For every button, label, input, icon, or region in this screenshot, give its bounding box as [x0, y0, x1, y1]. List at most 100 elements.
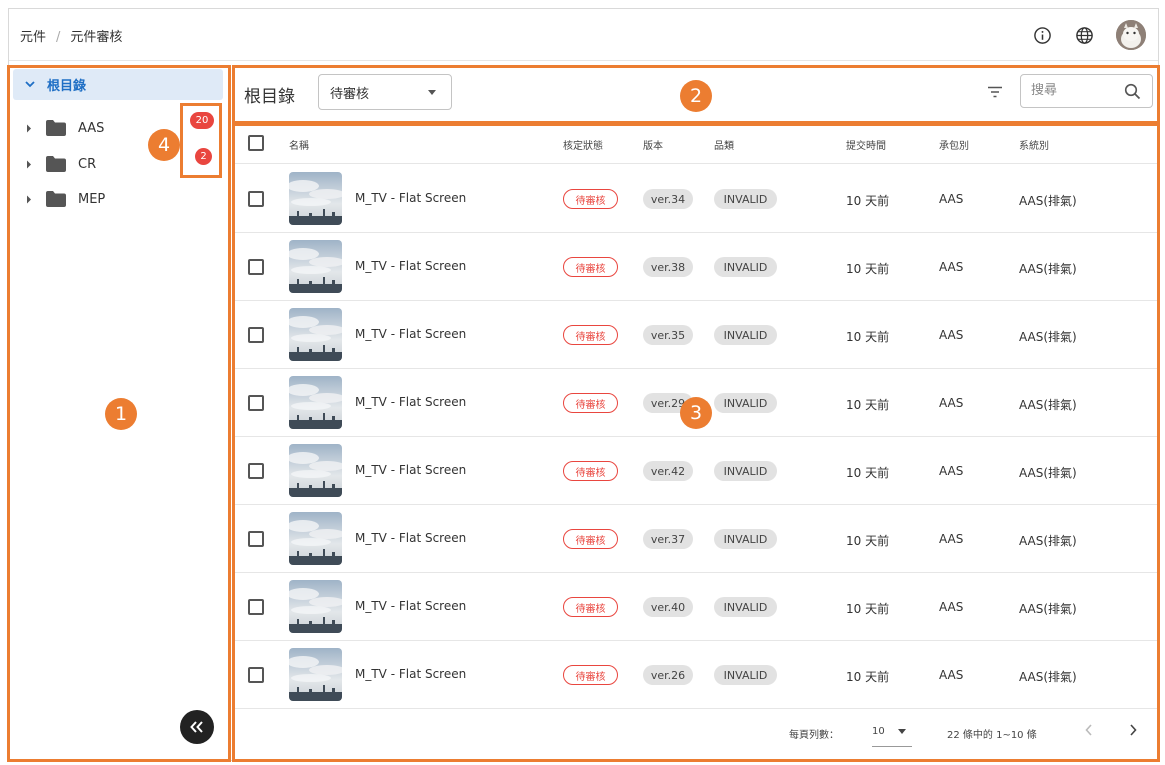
submitted-time: 10 天前 [846, 194, 890, 208]
system-type: AAS(排氣) [1019, 194, 1077, 208]
component-thumbnail[interactable] [289, 512, 342, 565]
tree-item-mep[interactable]: MEP [25, 187, 105, 211]
search-icon[interactable] [1124, 83, 1141, 100]
rows-per-page-value: 10 [872, 726, 885, 737]
version-chip: ver.26 [643, 665, 693, 685]
contractor: AAS [939, 600, 964, 614]
tree-root[interactable]: 根目錄 [13, 69, 223, 100]
tree-item-aas[interactable]: AAS [25, 116, 104, 140]
component-name[interactable]: M_TV - Flat Screen [355, 191, 466, 205]
quality-chip: INVALID [714, 257, 777, 277]
row-checkbox[interactable] [248, 395, 264, 411]
double-chevron-left-icon [190, 721, 203, 733]
prev-page-button[interactable] [1084, 723, 1094, 740]
system-type: AAS(排氣) [1019, 670, 1077, 684]
toolbar-title: 根目錄 [244, 87, 295, 107]
select-all-checkbox[interactable] [248, 135, 264, 151]
table-row[interactable]: M_TV - Flat Screen 待審核 ver.37 INVALID 10 天前 A… [232, 505, 1160, 573]
table-row[interactable]: M_TV - Flat Screen 待審核 ver.34 INVALID 10 天前 A… [232, 165, 1160, 233]
version-chip: ver.38 [643, 257, 693, 277]
folder-icon [46, 191, 66, 207]
quality-chip: INVALID [714, 393, 777, 413]
row-checkbox[interactable] [248, 259, 264, 275]
component-name[interactable]: M_TV - Flat Screen [355, 463, 466, 477]
breadcrumb-root[interactable]: 元件 [20, 30, 46, 45]
tree-root-label: 根目錄 [47, 79, 87, 94]
top-bar: 元件 / 元件審核 [9, 9, 1158, 61]
system-type: AAS(排氣) [1019, 602, 1077, 616]
chevron-right-icon [1130, 724, 1137, 736]
tree-item-label: AAS [78, 120, 105, 136]
component-thumbnail[interactable] [289, 172, 342, 225]
search-box [1020, 74, 1153, 108]
col-quality[interactable]: 品類 [714, 137, 734, 152]
rows-per-page-select[interactable]: 10 [872, 719, 912, 747]
status-filter-value: 待審核 [330, 86, 370, 102]
row-checkbox[interactable] [248, 191, 264, 207]
avatar[interactable] [1116, 20, 1146, 50]
table-header: 名稱 核定狀態 版本 品類 提交時間 承包別 系統別 [232, 124, 1160, 164]
status-chip: 待審核 [563, 189, 618, 209]
submitted-time: 10 天前 [846, 330, 890, 344]
status-chip: 待審核 [563, 393, 618, 413]
row-checkbox[interactable] [248, 531, 264, 547]
search-input[interactable] [1031, 83, 1121, 98]
tree-item-label: CR [78, 156, 97, 172]
row-checkbox[interactable] [248, 463, 264, 479]
table-row[interactable]: M_TV - Flat Screen 待審核 ver.38 INVALID 10 天前 A… [232, 233, 1160, 301]
collapse-sidebar-button[interactable] [180, 710, 214, 744]
status-chip: 待審核 [563, 529, 618, 549]
globe-icon[interactable] [1074, 25, 1094, 45]
component-thumbnail[interactable] [289, 648, 342, 701]
annotation-marker-3: 3 [680, 397, 712, 429]
folder-icon [46, 120, 66, 136]
component-thumbnail[interactable] [289, 308, 342, 361]
breadcrumb-separator: / [56, 30, 61, 45]
next-page-button[interactable] [1128, 723, 1138, 740]
pagination: 每頁列數： 10 22 條中的 1~10 條 [232, 709, 1160, 759]
status-chip: 待審核 [563, 665, 618, 685]
quality-chip: INVALID [714, 325, 777, 345]
row-checkbox[interactable] [248, 327, 264, 343]
component-name[interactable]: M_TV - Flat Screen [355, 531, 466, 545]
annotation-marker-1: 1 [105, 398, 137, 430]
tree-item-cr[interactable]: CR [25, 152, 96, 176]
page-range-text: 22 條中的 1~10 條 [947, 730, 1037, 741]
system-type: AAS(排氣) [1019, 330, 1077, 344]
status-filter-select[interactable]: 待審核 [318, 74, 452, 110]
component-name[interactable]: M_TV - Flat Screen [355, 395, 466, 409]
component-name[interactable]: M_TV - Flat Screen [355, 327, 466, 341]
col-name[interactable]: 名稱 [289, 137, 309, 152]
component-name[interactable]: M_TV - Flat Screen [355, 667, 466, 681]
col-version[interactable]: 版本 [643, 137, 663, 152]
table-row[interactable]: M_TV - Flat Screen 待審核 ver.40 INVALID 10 天前 A… [232, 573, 1160, 641]
row-checkbox[interactable] [248, 667, 264, 683]
info-icon[interactable] [1032, 25, 1052, 45]
component-name[interactable]: M_TV - Flat Screen [355, 259, 466, 273]
component-thumbnail[interactable] [289, 240, 342, 293]
col-status[interactable]: 核定狀態 [563, 137, 603, 152]
component-thumbnail[interactable] [289, 376, 342, 429]
col-contractor[interactable]: 承包別 [939, 137, 969, 152]
status-chip: 待審核 [563, 325, 618, 345]
table-row[interactable]: M_TV - Flat Screen 待審核 ver.42 INVALID 10 天前 A… [232, 437, 1160, 505]
contractor: AAS [939, 328, 964, 342]
contractor: AAS [939, 396, 964, 410]
table-row[interactable]: M_TV - Flat Screen 待審核 ver.35 INVALID 10 天前 A… [232, 301, 1160, 369]
component-name[interactable]: M_TV - Flat Screen [355, 599, 466, 613]
table-row[interactable]: M_TV - Flat Screen 待審核 ver.26 INVALID 10 天前 A… [232, 641, 1160, 709]
filter-icon[interactable] [987, 83, 1003, 102]
row-checkbox[interactable] [248, 599, 264, 615]
breadcrumb: 元件 / 元件審核 [20, 26, 122, 45]
contractor: AAS [939, 464, 964, 478]
breadcrumb-current: 元件審核 [70, 30, 123, 45]
rows-per-page-label: 每頁列數： [789, 730, 839, 741]
chevron-down-icon [25, 81, 35, 88]
component-thumbnail[interactable] [289, 580, 342, 633]
chevron-left-icon [1085, 724, 1092, 736]
caret-right-icon [27, 124, 31, 132]
col-system[interactable]: 系統別 [1019, 137, 1049, 152]
col-submitted[interactable]: 提交時間 [846, 137, 886, 152]
submitted-time: 10 天前 [846, 534, 890, 548]
component-thumbnail[interactable] [289, 444, 342, 497]
